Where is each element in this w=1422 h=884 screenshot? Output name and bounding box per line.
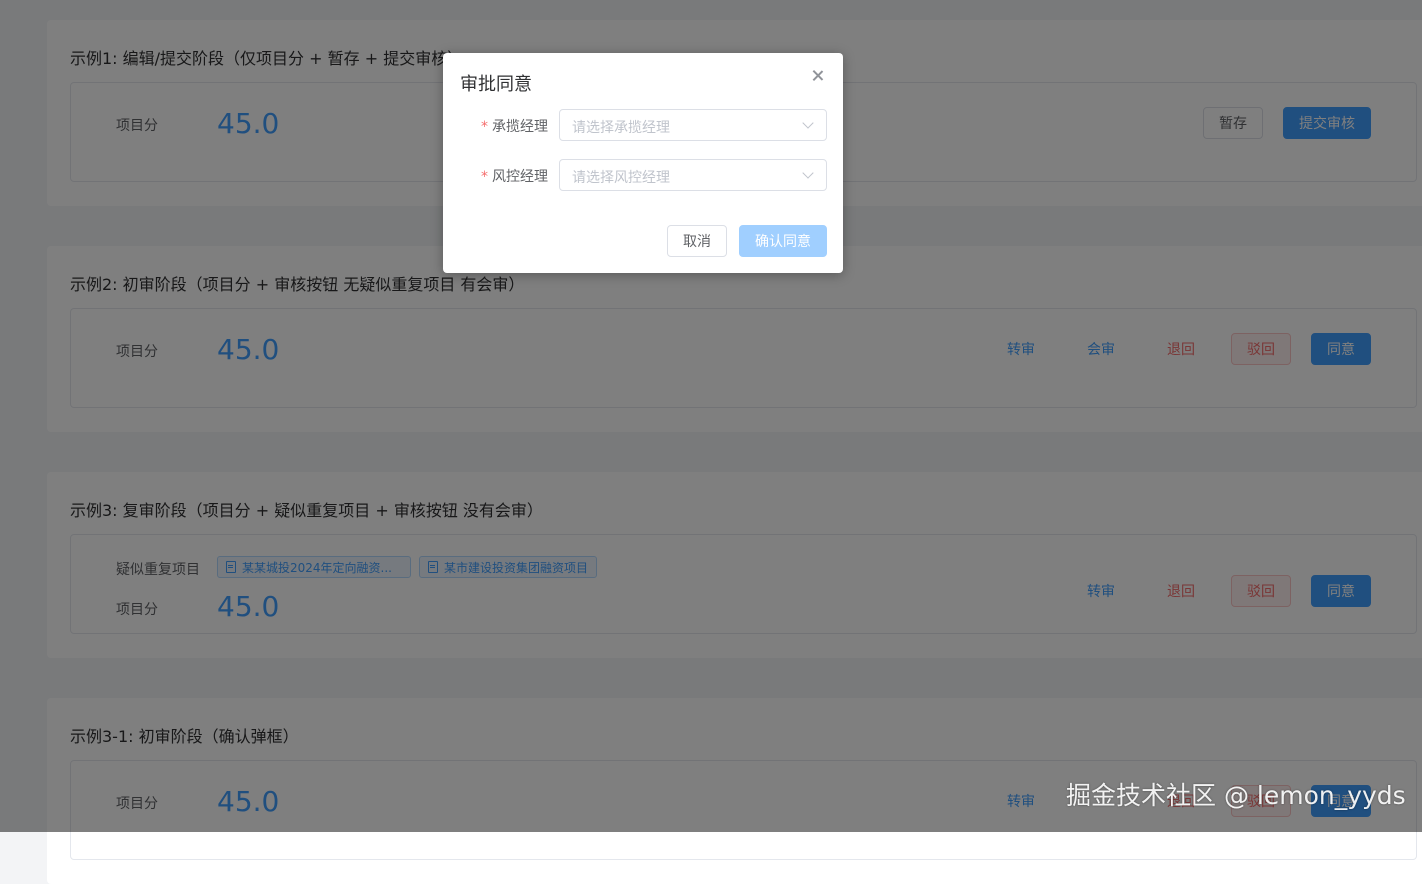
required-marker: * xyxy=(481,119,488,135)
required-marker: * xyxy=(481,169,488,185)
form-label-account-manager: * 承揽经理 xyxy=(481,119,548,135)
dialog-title: 审批同意 xyxy=(460,74,532,95)
close-icon[interactable] xyxy=(809,67,827,85)
chevron-down-icon xyxy=(802,117,814,129)
chevron-down-icon xyxy=(802,167,814,179)
watermark: 掘金技术社区 @ lemon_yyds xyxy=(1066,781,1406,810)
approve-dialog: 审批同意 * 承揽经理 请选择承揽经理 * 风控经理 请选择风控经理 取消 确认同意 xyxy=(443,53,843,273)
select-placeholder: 请选择风控经理 xyxy=(572,170,670,186)
form-label-risk-manager: * 风控经理 xyxy=(481,169,548,185)
cancel-button[interactable]: 取消 xyxy=(667,225,727,257)
select-placeholder: 请选择承揽经理 xyxy=(572,120,670,136)
confirm-approve-button[interactable]: 确认同意 xyxy=(739,225,827,257)
account-manager-select[interactable]: 请选择承揽经理 xyxy=(559,109,827,141)
risk-manager-select[interactable]: 请选择风控经理 xyxy=(559,159,827,191)
